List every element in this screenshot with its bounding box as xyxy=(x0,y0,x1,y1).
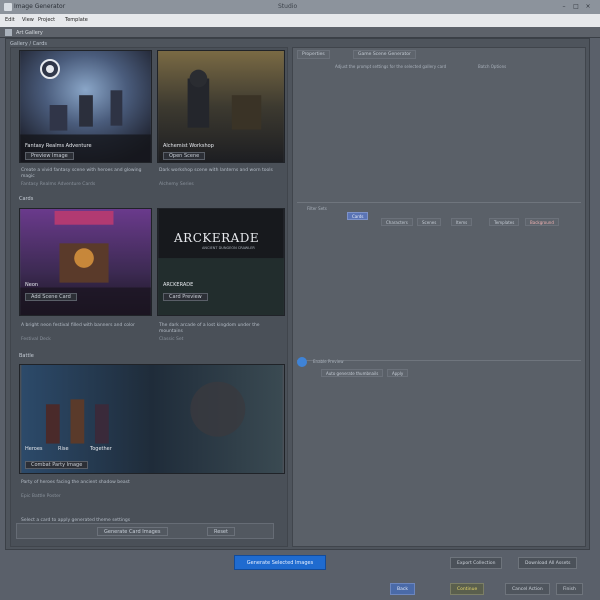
filter-pill-background[interactable]: Background xyxy=(525,218,559,226)
menu-template[interactable]: Template xyxy=(65,17,88,23)
app-title: Image Generator xyxy=(14,3,66,10)
download-all-assets-button[interactable]: Download All Assets xyxy=(518,557,578,569)
card-description: Create a vivid fantasy scene with heroes… xyxy=(21,168,142,179)
batch-options-text: Batch Options xyxy=(478,64,507,69)
card-meta: Festival Deck xyxy=(21,337,51,342)
card-meta: Classic Set xyxy=(159,337,184,342)
back-button[interactable]: Back xyxy=(390,583,415,595)
add-scene-card-button[interactable]: Add Scene Card xyxy=(25,293,77,301)
reset-button[interactable]: Reset xyxy=(207,527,235,536)
combat-party-image-button[interactable]: Combat Party Image xyxy=(25,461,89,469)
card-meta: Epic Battle Poster xyxy=(21,494,61,499)
card-big-title: ARCKERADE xyxy=(174,231,260,245)
continue-button[interactable]: Continue xyxy=(450,583,485,595)
card-meta: Alchemy Series xyxy=(159,182,194,187)
toggle-subtext: Auto generate thumbnails xyxy=(321,369,384,377)
filter-pill-scenes[interactable]: Scenes xyxy=(417,218,442,226)
card-title: Neon xyxy=(25,282,39,288)
properties-tabs: Properties Game Scene Generator xyxy=(295,50,583,60)
toolbar-label: Art Gallery xyxy=(16,30,43,36)
generate-card-images-button[interactable]: Generate Card Images xyxy=(97,527,168,536)
apply-button[interactable]: Apply xyxy=(387,369,409,377)
card-title: Alchemist Workshop xyxy=(163,143,214,149)
main-window: Gallery / Cards Fantasy Realms Adventure… xyxy=(5,38,590,550)
card-title: Fantasy Realms Adventure xyxy=(25,143,92,149)
toggle-label: Enable Preview xyxy=(313,359,344,364)
menubar: Edit View Project Template xyxy=(0,14,600,27)
card-description: The dark arcade of a lost kingdom under … xyxy=(159,323,260,334)
window-titlebar: Image Generator Studio – □ × xyxy=(0,0,600,14)
card-heroes[interactable]: Heroes Rise Together Combat Party Image xyxy=(19,364,285,474)
filter-pill-templates[interactable]: Templates xyxy=(489,218,520,226)
divider xyxy=(297,202,581,203)
toolbar: Art Gallery xyxy=(0,27,600,38)
card-fantasy[interactable]: Fantasy Realms Adventure Preview Image xyxy=(19,50,152,163)
section-label: Cards xyxy=(19,196,34,202)
filter-pill-cards[interactable]: Cards xyxy=(347,212,369,220)
preview-toggle-icon[interactable] xyxy=(297,357,307,367)
tab-game-scene-generator[interactable]: Game Scene Generator xyxy=(353,50,416,59)
menu-edit[interactable]: Edit xyxy=(5,17,15,23)
gallery-icon[interactable] xyxy=(5,29,12,36)
export-collection-button[interactable]: Export Collection xyxy=(450,557,503,569)
prompt-settings-text: Adjust the prompt settings for the selec… xyxy=(335,64,447,69)
menu-project[interactable]: Project xyxy=(38,17,55,23)
card-title: Rise xyxy=(58,446,69,452)
card-title: Heroes xyxy=(25,446,43,452)
card-description: Party of heroes facing the ancient shado… xyxy=(21,480,130,485)
card-subtitle: ANCIENT DUNGEON CRAWLER xyxy=(202,246,255,250)
app-logo-icon xyxy=(4,3,12,11)
card-art-heroes xyxy=(21,365,283,473)
tab-properties[interactable]: Properties xyxy=(297,50,330,59)
filter-pill-characters[interactable]: Characters xyxy=(381,218,413,226)
card-description: Dark workshop scene with lanterns and wo… xyxy=(159,168,273,173)
window-title: Studio xyxy=(278,3,298,10)
generate-footer: Generate Card Images Reset xyxy=(16,523,274,539)
preview-image-button[interactable]: Preview Image xyxy=(25,152,74,160)
finish-button[interactable]: Finish xyxy=(556,583,583,595)
menu-view[interactable]: View xyxy=(22,17,34,23)
card-arckerade[interactable]: ARCKERADE ANCIENT DUNGEON CRAWLER ARCKER… xyxy=(157,208,285,316)
card-title: Together xyxy=(90,446,112,452)
maximize-button[interactable]: □ xyxy=(572,3,580,11)
cancel-action-button[interactable]: Cancel Action xyxy=(505,583,550,595)
card-meta: Fantasy Realms Adventure Cards xyxy=(21,182,96,187)
play-icon[interactable] xyxy=(40,59,60,79)
card-alchemist[interactable]: Alchemist Workshop Open Scene xyxy=(157,50,285,163)
card-gallery: Fantasy Realms Adventure Preview Image C… xyxy=(10,47,288,547)
card-neon[interactable]: Neon Add Scene Card xyxy=(19,208,152,316)
minimize-button[interactable]: – xyxy=(560,3,568,11)
properties-pane: Properties Game Scene Generator Adjust t… xyxy=(292,47,586,547)
open-scene-button[interactable]: Open Scene xyxy=(163,152,206,160)
close-button[interactable]: × xyxy=(584,3,592,11)
generate-selected-images-button[interactable]: Generate Selected Images xyxy=(234,555,326,570)
section-label: Battle xyxy=(19,353,34,359)
filter-label: Filter Sets xyxy=(307,206,327,211)
card-title: ARCKERADE xyxy=(163,282,194,288)
card-description: A bright neon festival filled with banne… xyxy=(21,323,135,328)
filter-pill-items[interactable]: Items xyxy=(451,218,473,226)
card-preview-button[interactable]: Card Preview xyxy=(163,293,208,301)
